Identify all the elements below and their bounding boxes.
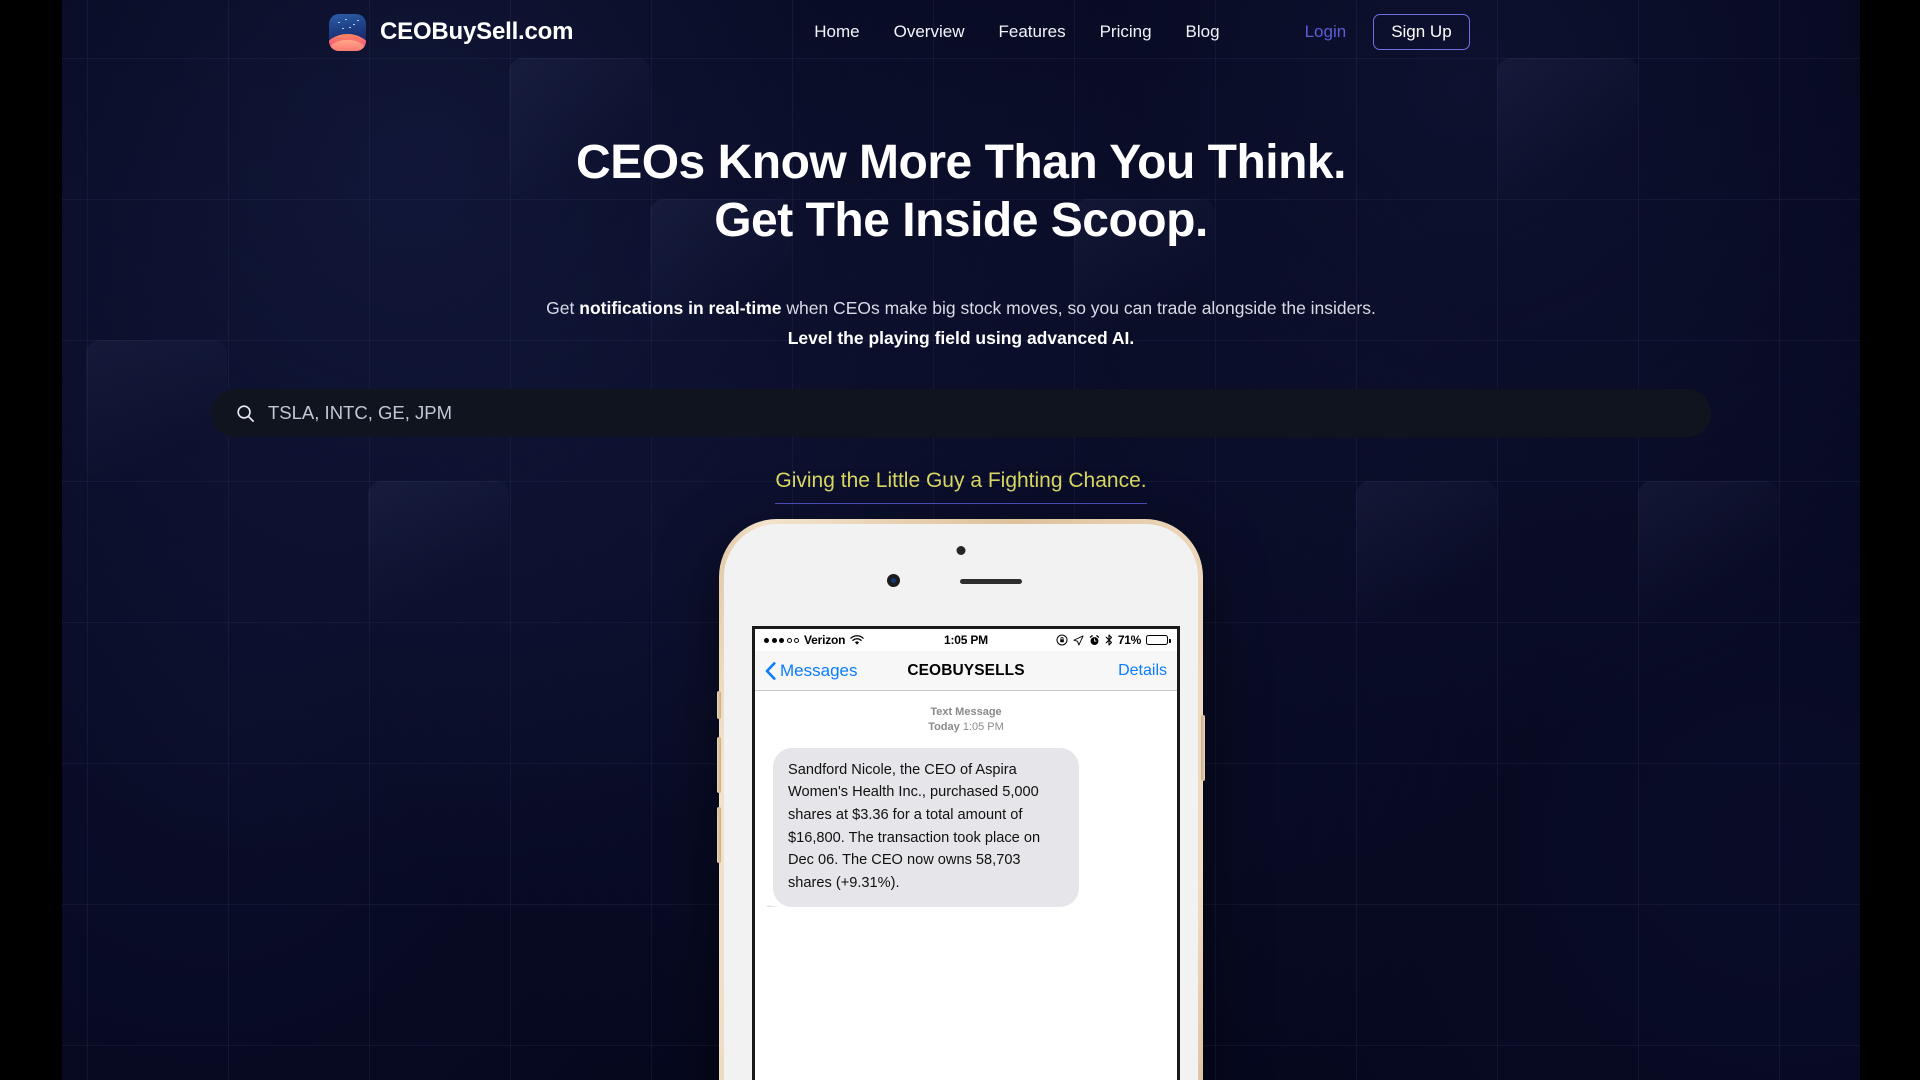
back-button-label: Messages: [780, 660, 858, 680]
earpiece-speaker: [960, 579, 1022, 584]
conversation-title: CEOBUYSELLS: [907, 661, 1025, 679]
carrier-name: Verizon: [804, 633, 846, 647]
tagline-container: Giving the Little Guy a Fighting Chance.: [62, 469, 1860, 505]
phone-screen: Verizon 1:05 PM 71% Messages CEOBUYSELLS…: [752, 626, 1180, 1080]
phone-power-button: [1201, 715, 1205, 781]
nav-item-blog[interactable]: Blog: [1186, 22, 1220, 42]
logo-wave-icon: [329, 13, 366, 51]
proximity-sensor-icon: [887, 574, 900, 587]
message-thread: Text Message Today 1:05 PM Sandford Nico…: [755, 691, 1177, 1080]
subtitle-part-2: when CEOs make big stock moves, so you c…: [781, 298, 1376, 319]
site-header: CEOBuySell.com Home Overview Features Pr…: [62, 0, 1860, 64]
auth-actions: Login Sign Up: [1305, 14, 1470, 50]
wifi-icon: [850, 634, 865, 645]
phone-silence-switch: [717, 691, 721, 719]
back-to-messages-button[interactable]: Messages: [765, 661, 857, 681]
front-camera-icon: [956, 546, 966, 555]
details-button[interactable]: Details: [1118, 662, 1167, 680]
headline-line-1: CEOs Know More Than You Think.: [576, 136, 1346, 189]
subtitle-bold-1: notifications in real-time: [579, 298, 782, 319]
messages-nav-bar: Messages CEOBUYSELLS Details: [755, 651, 1177, 691]
location-arrow-icon: [1073, 634, 1084, 646]
bubble-tail-icon: [766, 905, 780, 908]
signal-strength-icon: [764, 637, 799, 643]
phone-mockup: Verizon 1:05 PM 71% Messages CEOBUYSELLS…: [717, 519, 1205, 1080]
message-row: Sandford Nicole, the CEO of Aspira Women…: [766, 747, 1163, 908]
landing-page: CEOBuySell.com Home Overview Features Pr…: [62, 0, 1860, 1080]
nav-item-features[interactable]: Features: [998, 22, 1065, 42]
rotation-lock-icon: [1056, 634, 1068, 646]
login-link[interactable]: Login: [1305, 22, 1347, 42]
subtitle-part-1: Get: [546, 298, 580, 319]
page-title: CEOs Know More Than You Think. Get The I…: [62, 134, 1860, 249]
brand-name: CEOBuySell.com: [380, 18, 574, 45]
message-type-label: Text Message: [930, 706, 1002, 718]
ticker-search-bar[interactable]: [211, 389, 1711, 438]
signup-button[interactable]: Sign Up: [1373, 14, 1470, 50]
nav-item-pricing[interactable]: Pricing: [1100, 22, 1152, 42]
subtitle-bold-2: Level the playing field using advanced A…: [787, 328, 1135, 349]
message-time: 1:05 PM: [962, 720, 1004, 733]
nav-item-overview[interactable]: Overview: [894, 22, 965, 42]
battery-percent: 71%: [1117, 633, 1141, 647]
alarm-clock-icon: [1089, 634, 1100, 645]
search-input[interactable]: [268, 402, 1711, 425]
ios-status-bar: Verizon 1:05 PM 71%: [755, 629, 1177, 651]
battery-icon: [1146, 635, 1171, 645]
headline-line-2: Get The Inside Scoop.: [714, 193, 1208, 247]
chevron-left-icon: [765, 661, 776, 680]
nav-item-home[interactable]: Home: [814, 22, 859, 42]
status-bar-indicators: 71%: [1056, 633, 1171, 647]
status-bar-time: 1:05 PM: [944, 633, 988, 647]
main-navigation: Home Overview Features Pricing Blog: [814, 22, 1219, 42]
message-timestamp: Text Message Today 1:05 PM: [769, 705, 1163, 735]
message-day: Today: [928, 720, 960, 733]
tagline-text: Giving the Little Guy a Fighting Chance.: [775, 469, 1147, 505]
message-time-label: Today 1:05 PM: [769, 720, 1163, 735]
bluetooth-icon: [1105, 634, 1112, 646]
phone-volume-down-button: [717, 807, 721, 863]
phone-body: Verizon 1:05 PM 71% Messages CEOBUYSELLS…: [724, 524, 1198, 1080]
brand-logo[interactable]: CEOBuySell.com: [329, 13, 574, 51]
screenshot-viewport: CEOBuySell.com Home Overview Features Pr…: [0, 0, 1920, 1080]
hero-subtitle: Get notifications in real-time when CEOs…: [541, 293, 1381, 353]
search-icon: [237, 405, 254, 422]
message-bubble[interactable]: Sandford Nicole, the CEO of Aspira Women…: [766, 747, 1079, 908]
phone-volume-up-button: [717, 737, 721, 793]
hero-section: CEOs Know More Than You Think. Get The I…: [62, 134, 1860, 505]
